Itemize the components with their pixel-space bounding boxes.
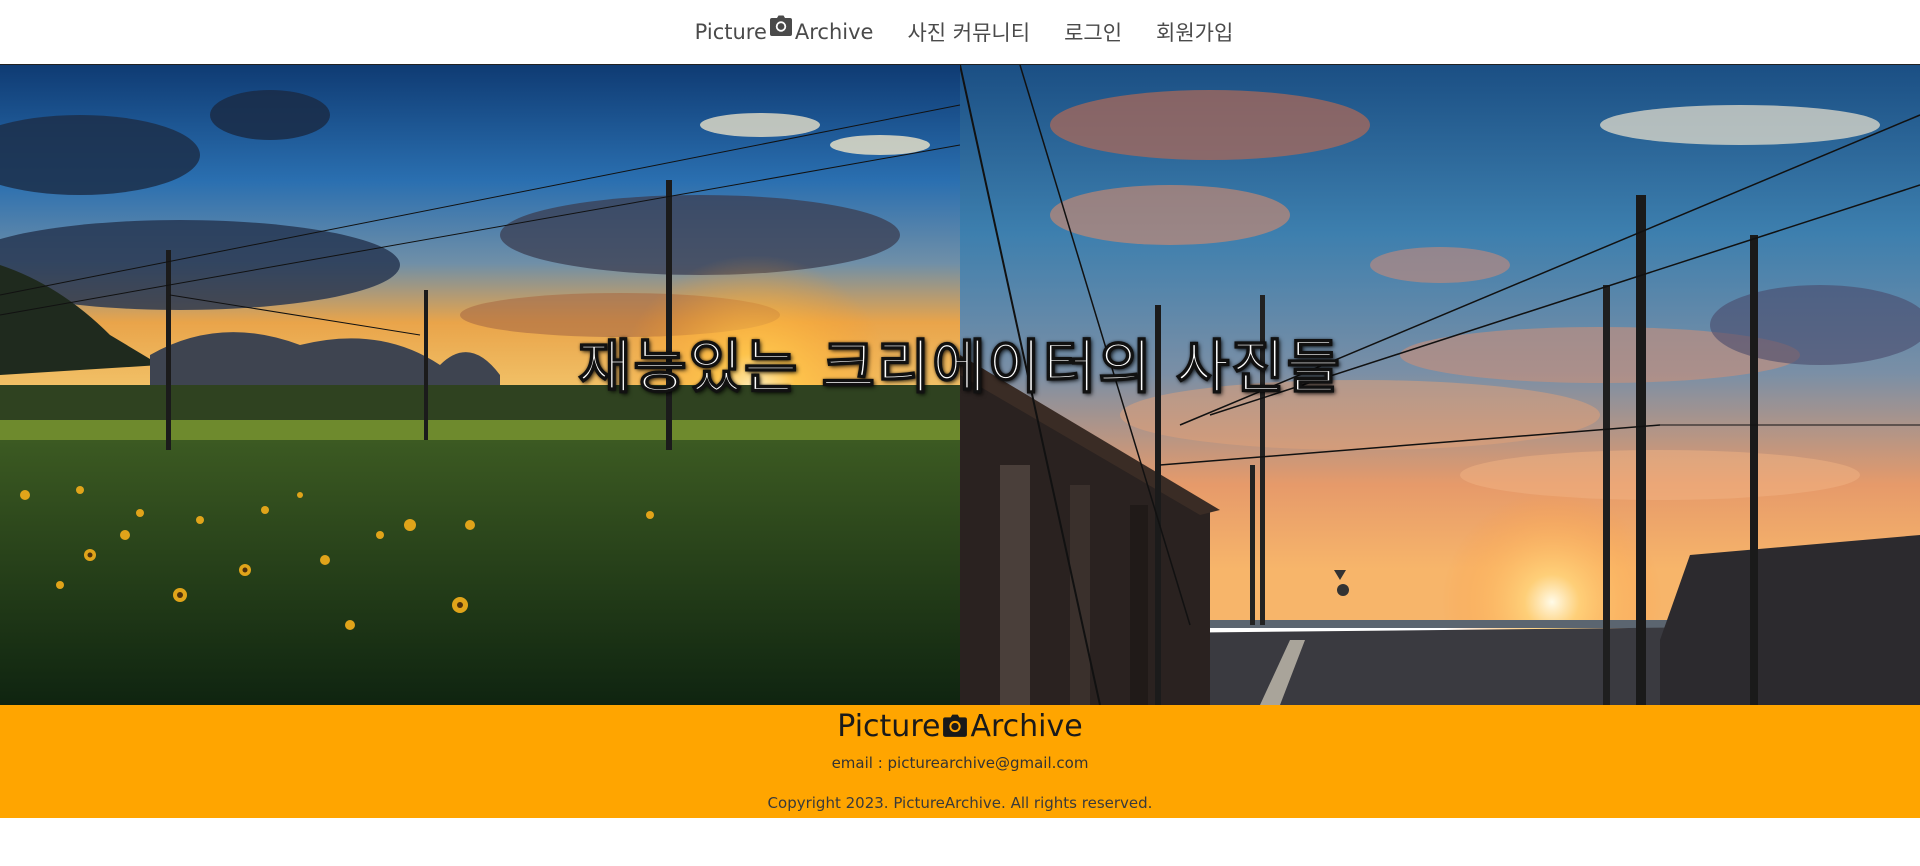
nav-link-login[interactable]: 로그인 — [1064, 17, 1122, 47]
hero-banner: 재능있는 크리에이터의 사진들 — [0, 65, 1920, 705]
camera-icon — [769, 15, 793, 37]
footer: Picture Archive email : picturearchive@g… — [0, 705, 1920, 818]
nav-link-photo-community[interactable]: 사진 커뮤니티 — [907, 17, 1030, 47]
nav-link-signup[interactable]: 회원가입 — [1156, 17, 1233, 47]
footer-copyright: Copyright 2023. PictureArchive. All righ… — [767, 794, 1153, 812]
footer-brand-text-picture: Picture — [837, 709, 941, 744]
camera-icon — [942, 711, 968, 737]
brand-logo-link[interactable]: Picture Archive — [694, 15, 874, 44]
nav-container: Picture Archive 사진 커뮤니티 로그인 회원가입 — [694, 15, 1233, 47]
top-navbar: Picture Archive 사진 커뮤니티 로그인 회원가입 — [0, 0, 1920, 65]
footer-brand-text-archive: Archive — [970, 709, 1083, 744]
hero-title: 재능있는 크리에이터의 사진들 — [577, 332, 1343, 402]
footer-brand: Picture Archive — [0, 709, 1920, 744]
brand-text-picture: Picture — [694, 20, 767, 44]
brand-text-archive: Archive — [794, 20, 874, 44]
footer-email: email : picturearchive@gmail.com — [831, 754, 1089, 772]
